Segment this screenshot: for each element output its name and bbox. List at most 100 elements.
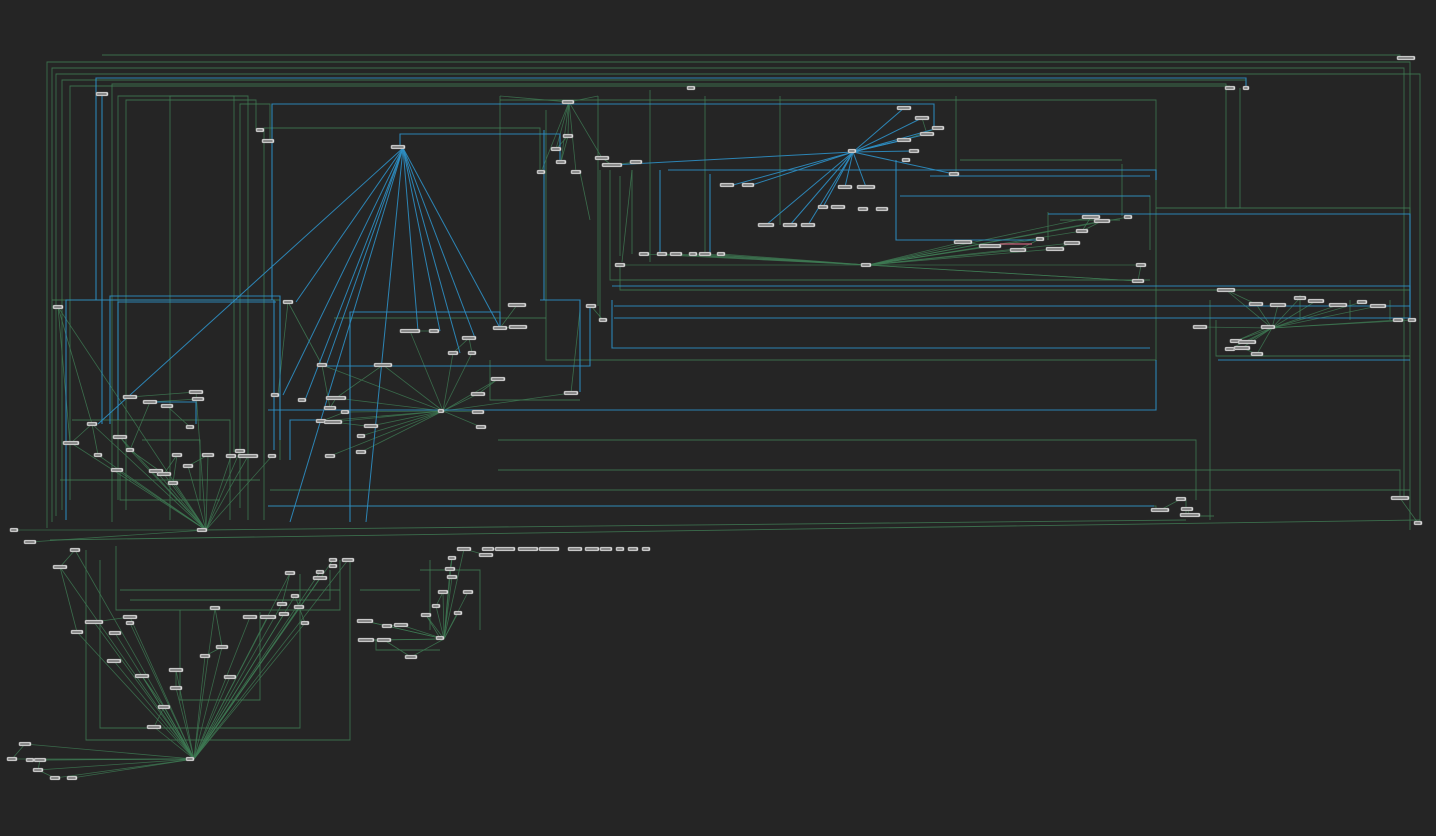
graph-node[interactable] — [52, 564, 68, 570]
graph-node[interactable] — [615, 546, 625, 552]
graph-node[interactable] — [328, 557, 338, 563]
graph-node[interactable] — [550, 146, 562, 152]
graph-node[interactable] — [300, 620, 310, 626]
graph-node[interactable] — [122, 394, 138, 400]
graph-node[interactable] — [171, 452, 183, 458]
graph-node[interactable] — [494, 546, 516, 552]
graph-node[interactable] — [84, 619, 104, 625]
graph-node[interactable] — [656, 251, 668, 257]
graph-node[interactable] — [800, 222, 816, 228]
graph-node[interactable] — [1123, 214, 1133, 220]
graph-node[interactable] — [447, 350, 459, 356]
graph-node[interactable] — [404, 654, 418, 660]
graph-node[interactable] — [570, 169, 582, 175]
graph-node[interactable] — [901, 157, 911, 163]
graph-node[interactable] — [698, 251, 712, 257]
graph-node[interactable] — [1075, 228, 1089, 234]
graph-node[interactable] — [9, 527, 19, 533]
graph-node[interactable] — [315, 569, 325, 575]
graph-node[interactable] — [1035, 236, 1045, 242]
graph-node[interactable] — [447, 555, 457, 561]
graph-node[interactable] — [168, 667, 184, 673]
graph-node[interactable] — [312, 575, 328, 581]
graph-node[interactable] — [462, 589, 474, 595]
graph-node[interactable] — [125, 620, 135, 626]
graph-node[interactable] — [390, 144, 406, 150]
graph-node[interactable] — [638, 251, 650, 257]
graph-node[interactable] — [716, 251, 726, 257]
graph-node[interactable] — [1180, 506, 1194, 512]
graph-node[interactable] — [686, 85, 696, 91]
graph-node[interactable] — [33, 757, 47, 763]
graph-node[interactable] — [536, 169, 546, 175]
graph-node[interactable] — [261, 138, 275, 144]
graph-node[interactable] — [555, 159, 567, 165]
graph-node[interactable] — [444, 566, 456, 572]
graph-node[interactable] — [719, 182, 735, 188]
graph-node[interactable] — [1260, 324, 1276, 330]
graph-node[interactable] — [125, 447, 135, 453]
graph-node[interactable] — [1192, 324, 1208, 330]
graph-node[interactable] — [1135, 262, 1147, 268]
graph-node[interactable] — [741, 182, 755, 188]
graph-node[interactable] — [896, 137, 912, 143]
graph-node[interactable] — [122, 614, 138, 620]
graph-node[interactable] — [66, 775, 78, 781]
graph-canvas[interactable] — [0, 0, 1436, 836]
graph-node[interactable] — [978, 243, 1002, 249]
graph-node[interactable] — [914, 115, 930, 121]
graph-node[interactable] — [323, 419, 343, 425]
graph-node[interactable] — [188, 389, 204, 395]
graph-viewport[interactable] — [0, 0, 1436, 836]
graph-node[interactable] — [328, 563, 338, 569]
graph-node[interactable] — [86, 421, 98, 427]
graph-node[interactable] — [453, 610, 463, 616]
graph-node[interactable] — [1131, 278, 1145, 284]
graph-node[interactable] — [259, 614, 277, 620]
graph-node[interactable] — [1407, 317, 1417, 323]
graph-node[interactable] — [156, 471, 172, 477]
graph-node[interactable] — [1081, 214, 1101, 220]
graph-node[interactable] — [199, 653, 211, 659]
graph-node[interactable] — [255, 127, 265, 133]
graph-node[interactable] — [420, 612, 432, 618]
graph-node[interactable] — [1328, 302, 1348, 308]
graph-node[interactable] — [508, 324, 528, 330]
graph-node[interactable] — [324, 453, 336, 459]
graph-node[interactable] — [242, 614, 258, 620]
graph-node[interactable] — [357, 637, 375, 643]
graph-node[interactable] — [112, 434, 128, 440]
graph-node[interactable] — [757, 222, 775, 228]
graph-node[interactable] — [276, 601, 288, 607]
graph-node[interactable] — [270, 392, 280, 398]
graph-node[interactable] — [373, 362, 393, 368]
graph-node[interactable] — [614, 262, 626, 268]
graph-node[interactable] — [108, 630, 122, 636]
graph-node[interactable] — [948, 171, 960, 177]
graph-node[interactable] — [669, 251, 683, 257]
graph-node[interactable] — [1242, 85, 1250, 91]
graph-node[interactable] — [627, 546, 639, 552]
graph-node[interactable] — [381, 623, 393, 629]
graph-node[interactable] — [1150, 507, 1170, 513]
graph-node[interactable] — [567, 546, 583, 552]
graph-node[interactable] — [160, 403, 174, 409]
graph-node[interactable] — [562, 133, 574, 139]
graph-node[interactable] — [191, 396, 205, 402]
graph-node[interactable] — [471, 409, 485, 415]
graph-node[interactable] — [847, 148, 857, 154]
graph-node[interactable] — [356, 618, 374, 624]
graph-node[interactable] — [234, 448, 246, 454]
graph-node[interactable] — [492, 325, 508, 331]
graph-node[interactable] — [561, 99, 575, 105]
graph-node[interactable] — [282, 299, 294, 305]
graph-node[interactable] — [507, 302, 527, 308]
graph-node[interactable] — [290, 593, 300, 599]
graph-node[interactable] — [431, 603, 441, 609]
graph-node[interactable] — [106, 658, 122, 664]
graph-node[interactable] — [1390, 495, 1410, 501]
graph-node[interactable] — [437, 589, 449, 595]
graph-node[interactable] — [167, 480, 179, 486]
graph-node[interactable] — [594, 155, 610, 161]
graph-node[interactable] — [323, 405, 337, 411]
